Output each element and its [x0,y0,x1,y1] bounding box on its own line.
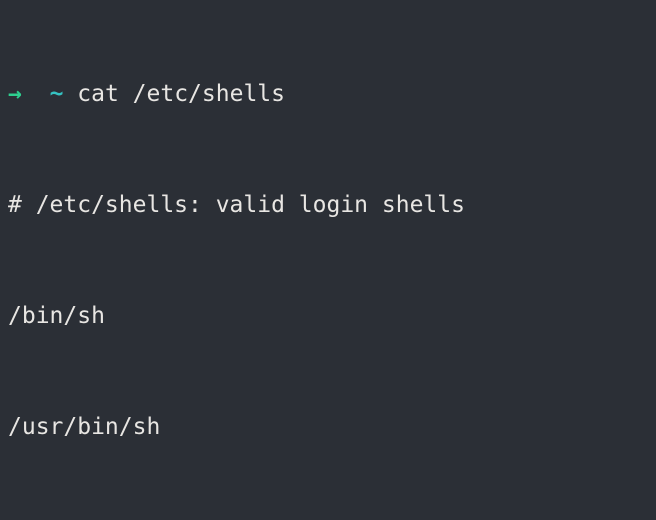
output-line: /usr/bin/sh [8,409,648,446]
terminal-window[interactable]: → ~ cat /etc/shells # /etc/shells: valid… [0,0,656,520]
output-line: /bin/sh [8,298,648,335]
output-line: # /etc/shells: valid login shells [8,187,648,224]
command-text: cat /etc/shells [77,81,285,107]
prompt-cwd: ~ [50,81,64,107]
prompt-arrow-icon: → [8,81,22,107]
prompt-line-1: → ~ cat /etc/shells [8,76,648,113]
